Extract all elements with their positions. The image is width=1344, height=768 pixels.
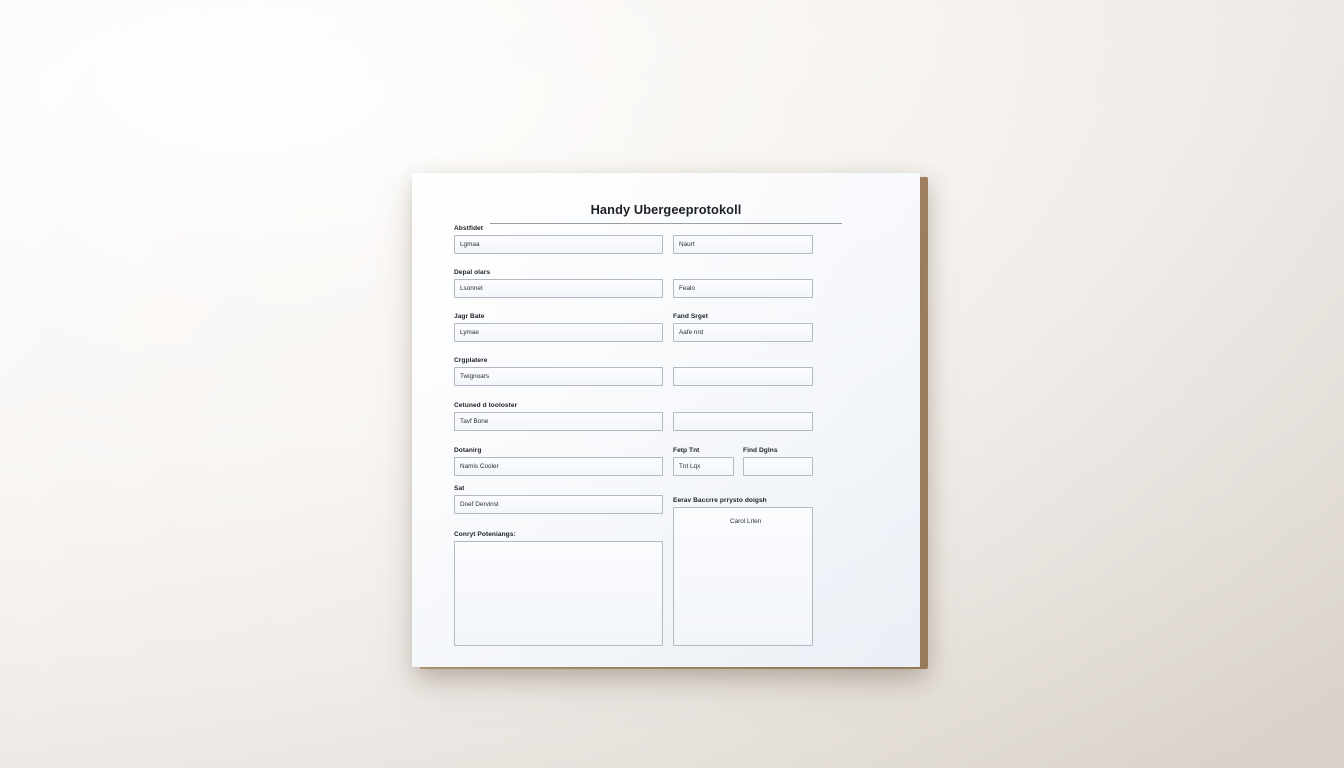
field-label: Dotanirg <box>454 447 482 454</box>
field-label: Fand Srget <box>673 313 708 320</box>
text-input-value: Tnt Lqx <box>679 463 701 470</box>
text-input-value: Twignoars <box>460 373 490 380</box>
handover-protocol-form: Handy Ubergeeprotokoll Abstfidet Lgmaa Nau… <box>412 173 920 667</box>
textarea-value: Carol Lrlen <box>730 518 762 525</box>
text-input[interactable] <box>673 367 813 386</box>
textarea-label: Eerav Baccrre prrysto doigsh <box>673 497 767 504</box>
text-input[interactable] <box>454 279 663 298</box>
text-input-value: Aafe nrd <box>679 329 704 336</box>
textarea-input[interactable] <box>454 541 663 646</box>
text-input-value: Fealo <box>679 285 695 292</box>
title-divider <box>490 223 842 224</box>
text-input-value: Tavf Bone <box>460 418 489 425</box>
field-label: Crgplatere <box>454 357 488 364</box>
paper-stack: Handy Ubergeeprotokoll Abstfidet Lgmaa Nau… <box>412 173 928 669</box>
field-label: Abstfidet <box>454 225 484 232</box>
text-input-value: Lymae <box>460 329 479 336</box>
text-input[interactable] <box>454 235 663 254</box>
text-input-value: Namis Cooler <box>460 463 499 470</box>
text-input-value: Doef Dervinst <box>460 501 499 508</box>
field-label: Find Dglns <box>743 447 778 454</box>
page-title: Handy Ubergeeprotokoll <box>590 202 742 217</box>
text-input-value: Lsonnet <box>460 285 483 292</box>
text-input[interactable] <box>743 457 813 476</box>
text-input-value: Naurt <box>679 241 695 248</box>
textarea-input[interactable] <box>673 507 813 646</box>
text-input[interactable] <box>673 412 813 431</box>
field-label: Sat <box>454 485 465 492</box>
textarea-label: Conryt Poteniangs: <box>454 531 516 538</box>
text-input-value: Lgmaa <box>460 241 480 248</box>
field-label: Depal olars <box>454 269 491 276</box>
field-label: Jagr Bate <box>454 313 485 320</box>
form-sheet: Handy Ubergeeprotokoll Abstfidet Lgmaa Nau… <box>412 173 920 667</box>
field-label: Cetuned d tooloster <box>454 402 518 409</box>
text-input[interactable] <box>454 323 663 342</box>
field-label: Fetp Tnt <box>673 447 700 454</box>
